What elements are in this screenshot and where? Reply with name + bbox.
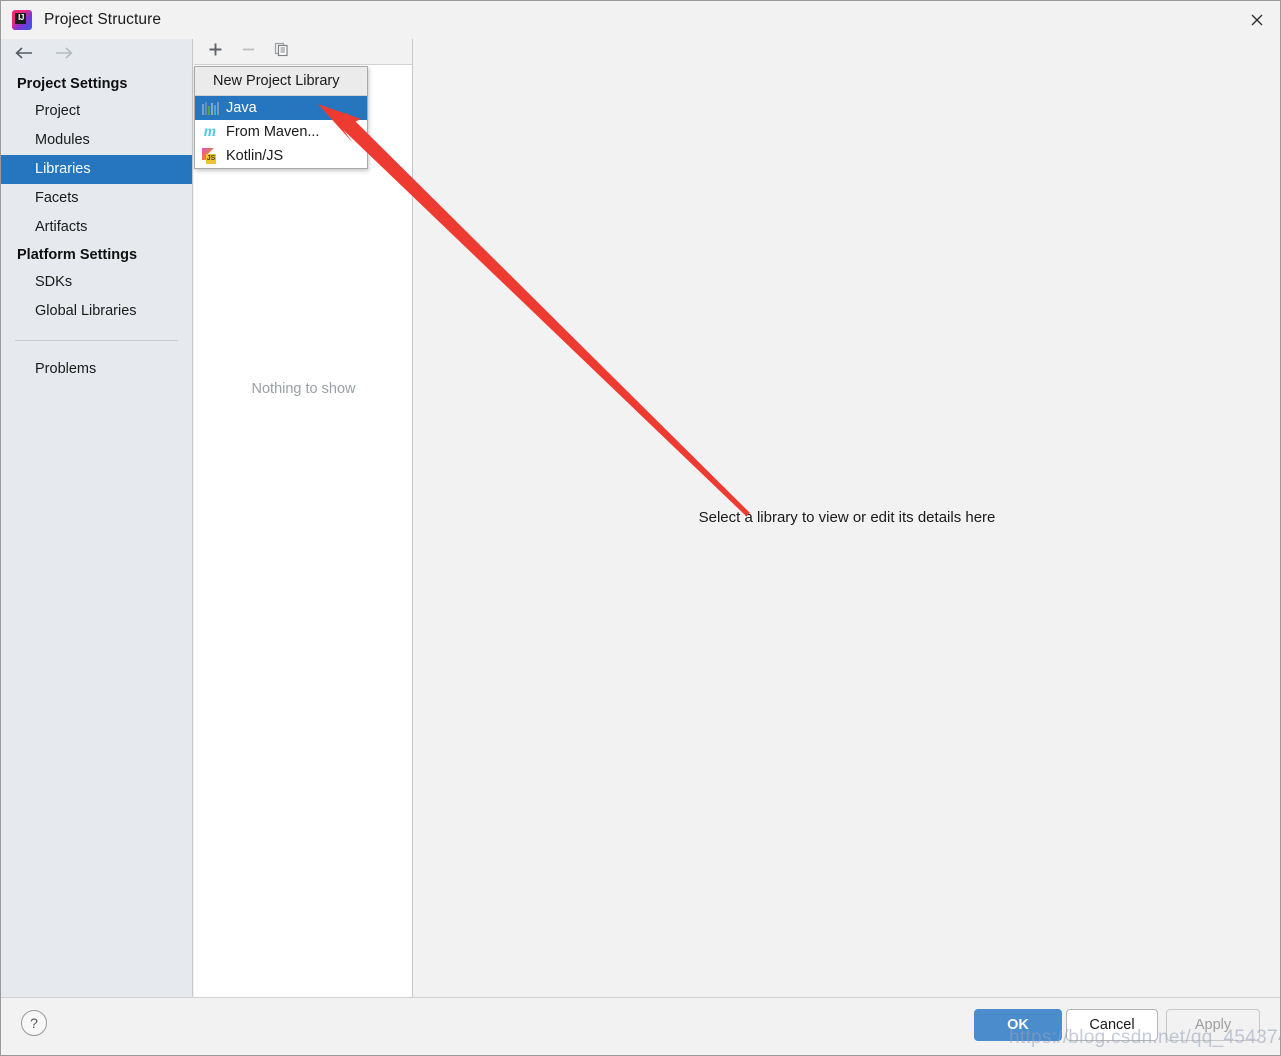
sidebar-divider: [15, 340, 178, 341]
dropdown-item-from-maven[interactable]: m From Maven...: [195, 120, 367, 144]
intellij-logo-icon: IJ: [12, 10, 32, 30]
sidebar-group-label: Platform Settings: [1, 242, 192, 268]
close-icon: [1250, 13, 1264, 27]
remove-icon[interactable]: [241, 42, 256, 62]
sidebar-section-project-settings: Project Settings Project Modules Librari…: [1, 71, 192, 242]
kotlin-js-icon: JS: [202, 148, 218, 164]
close-button[interactable]: [1234, 1, 1280, 39]
libraries-toolbar: [194, 39, 412, 65]
sidebar-item-modules[interactable]: Modules: [1, 126, 192, 155]
arrow-left-icon[interactable]: [13, 45, 35, 66]
dropdown-item-label: From Maven...: [226, 124, 319, 140]
ok-button[interactable]: OK: [974, 1009, 1062, 1041]
navigation-arrows: [1, 39, 192, 71]
sidebar-item-facets[interactable]: Facets: [1, 184, 192, 213]
cancel-button[interactable]: Cancel: [1066, 1009, 1158, 1041]
dropdown-item-label: Kotlin/JS: [226, 148, 283, 164]
empty-state-text: Nothing to show: [194, 381, 413, 397]
settings-sidebar: Project Settings Project Modules Librari…: [1, 39, 193, 997]
apply-button: Apply: [1166, 1009, 1260, 1041]
add-icon[interactable]: [208, 42, 223, 62]
details-hint-text: Select a library to view or edit its det…: [414, 509, 1280, 526]
maven-icon: m: [202, 124, 218, 140]
library-details-panel: Select a library to view or edit its det…: [414, 39, 1280, 997]
window-title: Project Structure: [44, 11, 161, 29]
new-project-library-dropdown: New Project Library Java m From Maven...: [194, 66, 368, 169]
sidebar-section-platform-settings: Platform Settings SDKs Global Libraries: [1, 242, 192, 326]
sidebar-item-global-libraries[interactable]: Global Libraries: [1, 297, 192, 326]
title-bar: IJ Project Structure: [1, 1, 1280, 39]
copy-icon[interactable]: [274, 42, 289, 62]
logo-text: IJ: [15, 12, 27, 24]
dropdown-header: New Project Library: [195, 67, 367, 96]
project-structure-dialog: IJ Project Structure: [0, 0, 1281, 1056]
dropdown-item-kotlin-js[interactable]: JS Kotlin/JS: [195, 144, 367, 168]
dropdown-item-java[interactable]: Java: [195, 96, 367, 120]
dialog-footer: ? OK Cancel Apply: [1, 997, 1280, 1055]
sidebar-item-artifacts[interactable]: Artifacts: [1, 213, 192, 242]
sidebar-group-label: Project Settings: [1, 71, 192, 97]
sidebar-item-problems[interactable]: Problems: [1, 355, 192, 384]
help-button[interactable]: ?: [21, 1010, 47, 1036]
arrow-right-icon[interactable]: [53, 45, 75, 66]
sidebar-item-sdks[interactable]: SDKs: [1, 268, 192, 297]
java-icon: [202, 100, 218, 116]
sidebar-item-libraries[interactable]: Libraries: [1, 155, 192, 184]
dropdown-item-label: Java: [226, 100, 257, 116]
sidebar-item-project[interactable]: Project: [1, 97, 192, 126]
libraries-list-panel: Nothing to show: [194, 39, 413, 997]
